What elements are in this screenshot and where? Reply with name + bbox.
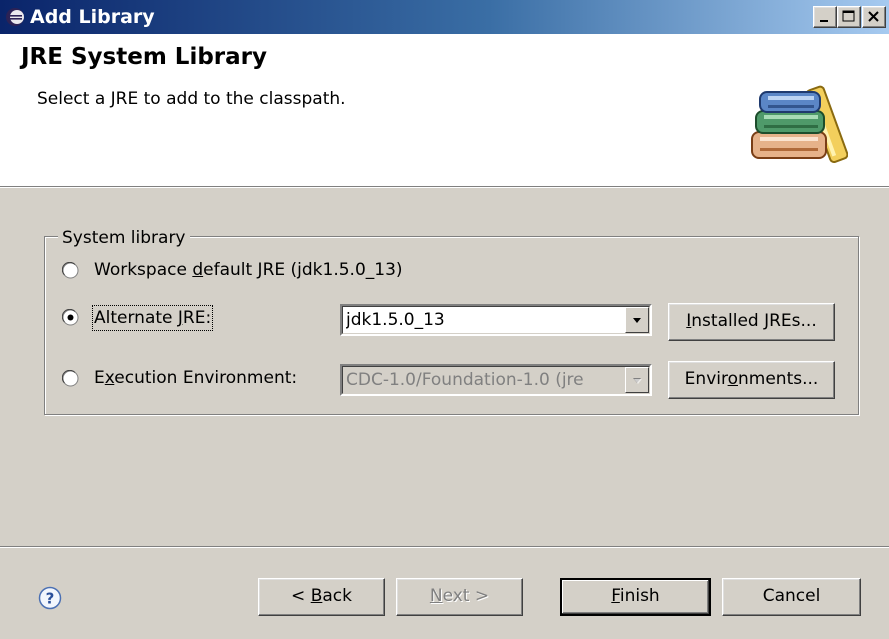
installed-jres-button[interactable]: Installed JREs... [668,303,835,341]
finish-button[interactable]: Finish [560,578,711,616]
maximize-button[interactable] [837,6,861,28]
books-library-icon [751,85,848,164]
header-separator-highlight [0,187,889,188]
execution-environment-value: CDC-1.0/Foundation-1.0 (jre [346,370,584,390]
cancel-button[interactable]: Cancel [722,578,861,616]
close-icon [868,11,879,22]
chevron-down-icon [633,378,642,384]
combo-dropdown-button[interactable] [625,307,649,333]
eclipse-icon [6,8,24,26]
next-button: Next > [396,578,523,616]
group-legend: System library [58,228,190,248]
window-title: Add Library [30,6,155,28]
alternate-jre-radio[interactable] [62,309,79,326]
maximize-icon [842,10,855,22]
page-description: Select a JRE to add to the classpath. [37,89,346,109]
back-button[interactable]: < Back [258,578,385,616]
help-icon[interactable]: ? [38,586,62,610]
environments-button[interactable]: Environments... [668,361,835,399]
svg-text:?: ? [46,590,55,608]
page-title: JRE System Library [21,44,268,70]
footer-separator-highlight [0,547,889,548]
execution-environment-label[interactable]: Execution Environment: [94,367,297,389]
alternate-jre-label[interactable]: Alternate JRE: [91,305,214,331]
execution-environment-radio[interactable] [62,370,79,387]
add-library-dialog: Add Library JRE System Library Select a … [0,0,889,639]
workspace-default-radio[interactable] [62,262,79,279]
title-bar[interactable]: Add Library [0,0,889,34]
alternate-jre-value: jdk1.5.0_13 [346,310,445,330]
close-button[interactable] [862,6,886,28]
combo-dropdown-button [625,367,649,393]
alternate-jre-combo[interactable]: jdk1.5.0_13 [340,304,652,336]
chevron-down-icon [633,318,641,323]
minimize-icon [820,20,828,22]
minimize-button[interactable] [813,6,837,28]
workspace-default-label[interactable]: Workspace default JRE (jdk1.5.0_13) [94,259,403,281]
execution-environment-combo: CDC-1.0/Foundation-1.0 (jre [340,364,652,396]
